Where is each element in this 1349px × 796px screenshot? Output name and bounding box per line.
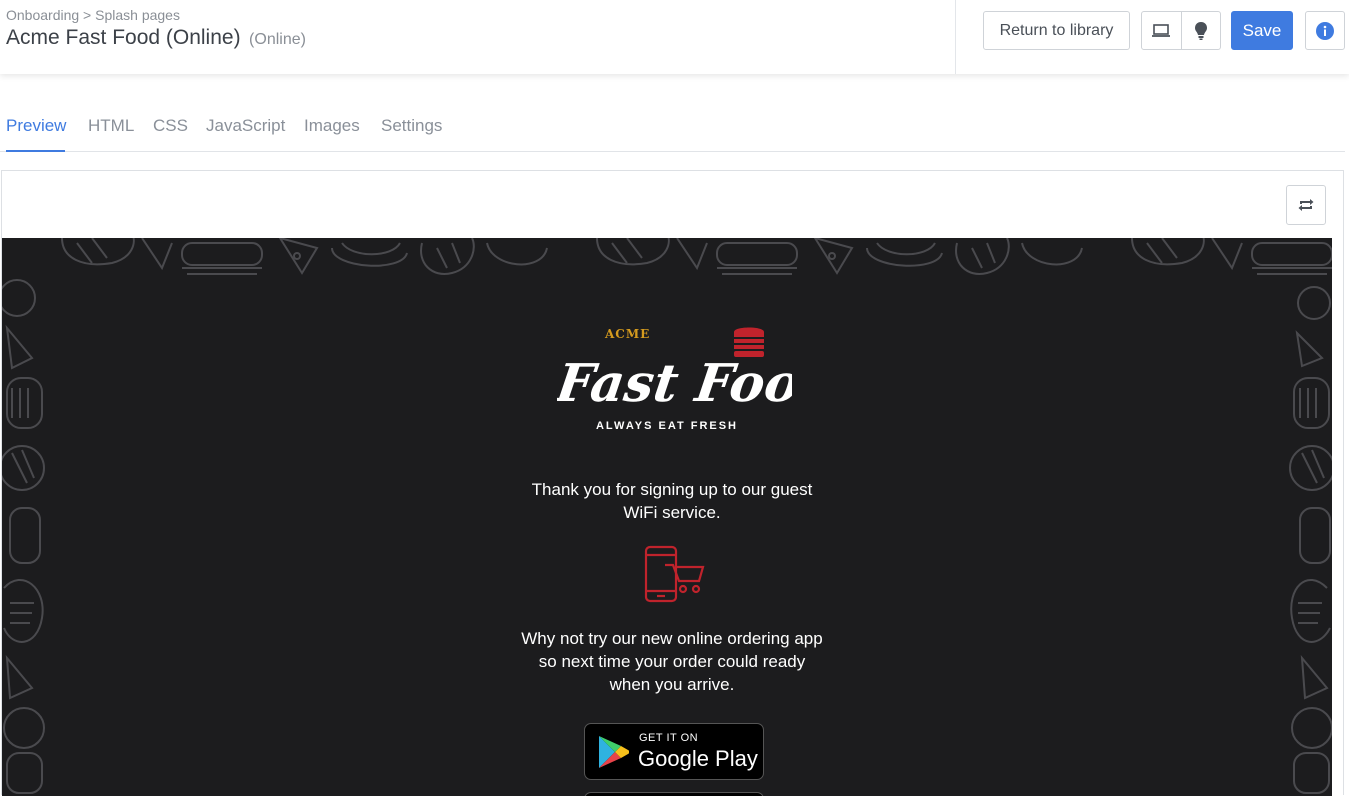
splash-preview-canvas: ACME Fast Food ALWAYS EAT FRESH Thank yo… xyxy=(2,238,1332,796)
rotate-icon xyxy=(1298,199,1314,211)
mobile-cart-icon xyxy=(644,545,705,603)
return-to-library-button[interactable]: Return to library xyxy=(983,11,1130,50)
status-label: (Online) xyxy=(249,31,306,48)
top-header: Onboarding > Splash pages Acme Fast Food… xyxy=(0,0,1349,74)
breadcrumb[interactable]: Onboarding > Splash pages xyxy=(6,7,180,23)
info-button[interactable] xyxy=(1305,11,1345,50)
tab-javascript[interactable]: JavaScript xyxy=(206,116,285,152)
tab-images[interactable]: Images xyxy=(304,116,360,152)
logo-tagline: ALWAYS EAT FRESH xyxy=(595,420,739,432)
editor-tabs: Preview HTML CSS JavaScript Images Setti… xyxy=(0,104,1345,152)
svg-text:ACME: ACME xyxy=(604,327,650,341)
tab-settings[interactable]: Settings xyxy=(381,116,442,152)
signup-thanks-message: Thank you for signing up to our guest Wi… xyxy=(531,480,813,522)
badge-google-play: Google Play xyxy=(638,746,758,771)
tips-button[interactable] xyxy=(1180,12,1221,49)
preview-panel: ACME Fast Food ALWAYS EAT FRESH Thank yo… xyxy=(1,170,1344,796)
view-toggle-group xyxy=(1141,11,1221,50)
save-button[interactable]: Save xyxy=(1231,11,1293,50)
title-row: Acme Fast Food (Online) (Online) xyxy=(6,26,306,50)
app-promo-message: Why not try our new online ordering app … xyxy=(521,629,823,694)
info-icon xyxy=(1316,21,1334,40)
header-divider xyxy=(955,0,956,74)
page-title: Acme Fast Food (Online) xyxy=(6,26,241,49)
rotate-preview-button[interactable] xyxy=(1286,185,1326,225)
google-play-badge[interactable]: GET IT ON Google Play xyxy=(584,723,764,780)
google-play-icon xyxy=(599,736,629,768)
desktop-preview-button[interactable] xyxy=(1142,12,1181,49)
tab-html[interactable]: HTML xyxy=(88,116,134,152)
svg-text:Fast Food: Fast Food xyxy=(557,353,792,414)
laptop-icon xyxy=(1152,23,1171,37)
app-store-badge[interactable] xyxy=(584,792,764,796)
tab-css[interactable]: CSS xyxy=(153,116,188,152)
badge-get-it-on: GET IT ON xyxy=(639,732,699,744)
lightbulb-icon xyxy=(1194,21,1207,40)
tab-preview[interactable]: Preview xyxy=(6,116,66,152)
